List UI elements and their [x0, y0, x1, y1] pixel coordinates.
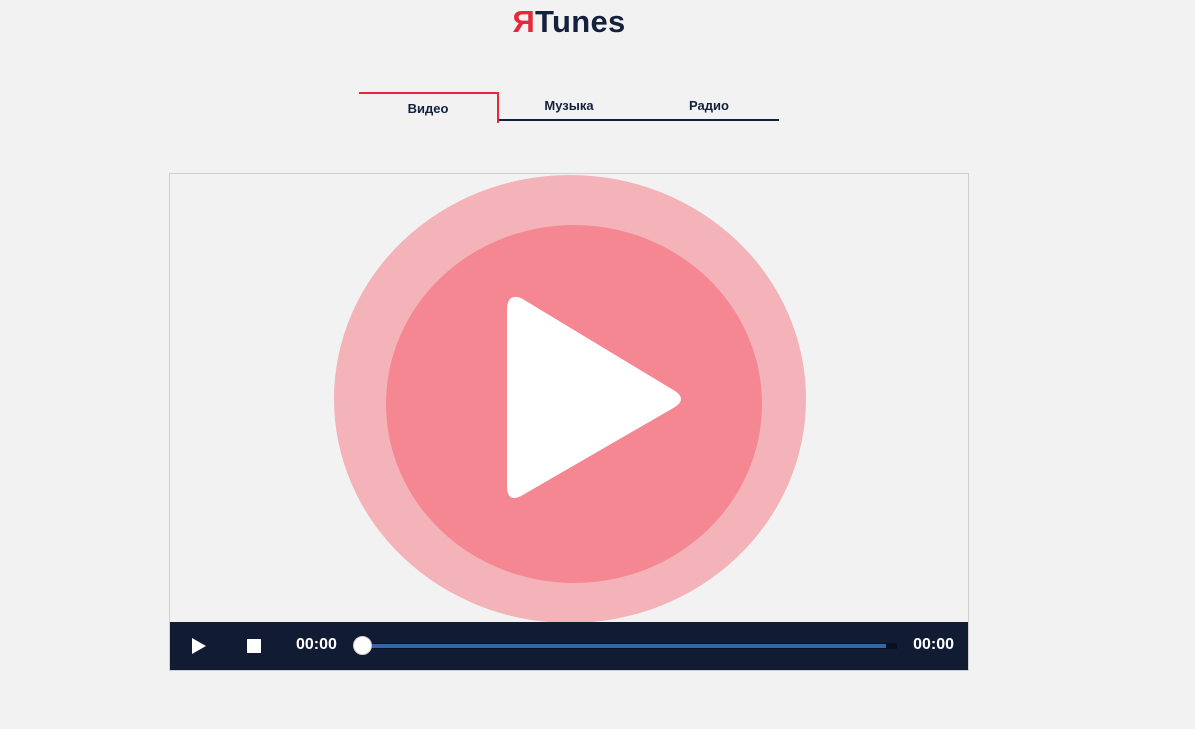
- logo-name: Tunes: [535, 4, 626, 39]
- play-button[interactable]: [187, 634, 211, 658]
- player-controls: 00:00 00:00: [170, 622, 968, 670]
- tab-video[interactable]: Видео: [359, 92, 499, 123]
- play-icon: [192, 638, 206, 654]
- tab-radio[interactable]: Радио: [639, 92, 779, 121]
- video-poster[interactable]: [170, 174, 968, 623]
- progress-thumb[interactable]: [353, 636, 372, 655]
- app-logo: ЯTunes: [0, 4, 1138, 40]
- tab-music[interactable]: Музыка: [499, 92, 639, 121]
- progress-bar[interactable]: [353, 636, 897, 655]
- video-player: 00:00 00:00: [169, 173, 969, 671]
- total-time: 00:00: [913, 636, 954, 653]
- logo-mark: Я: [512, 4, 536, 39]
- progress-fill: [363, 644, 887, 648]
- media-tabs: Видео Музыка Радио: [359, 92, 779, 123]
- current-time: 00:00: [296, 636, 337, 653]
- stop-icon: [247, 639, 261, 653]
- stop-button[interactable]: [242, 634, 266, 658]
